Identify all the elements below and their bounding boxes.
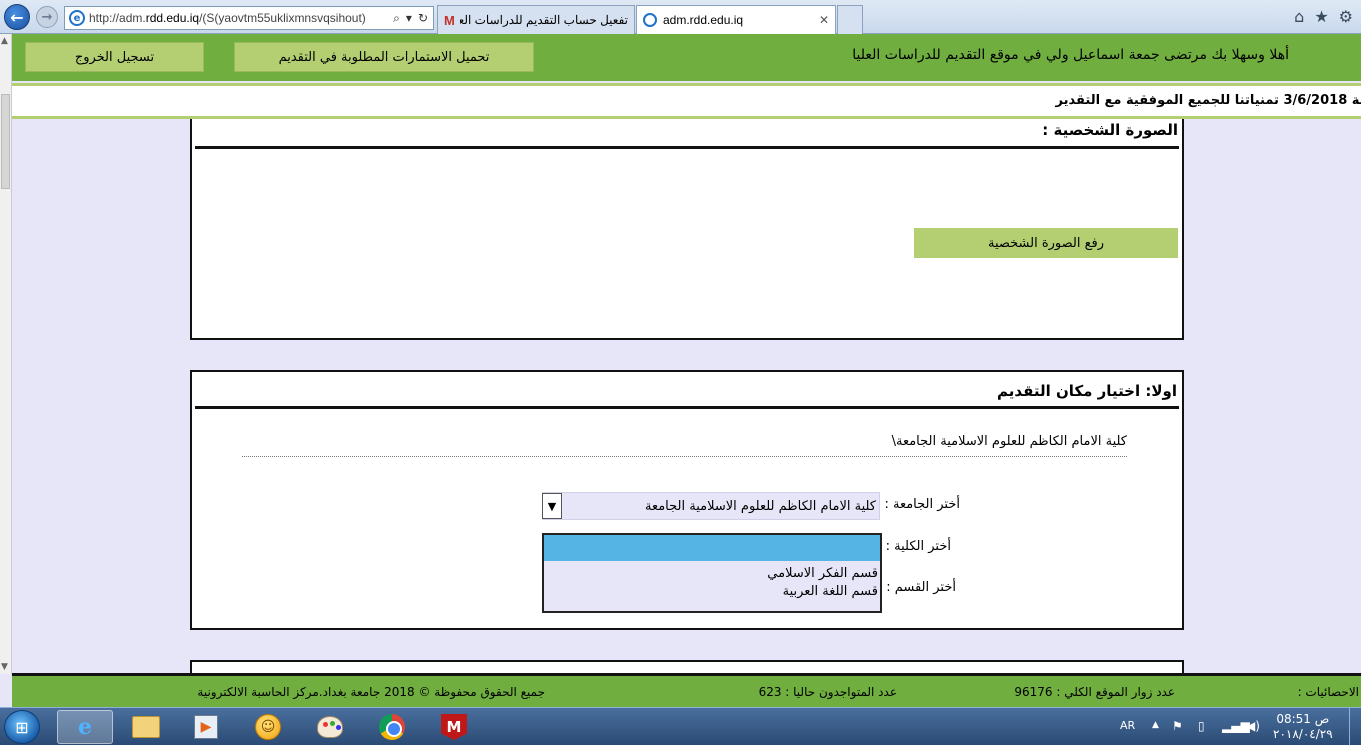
taskbar-paint[interactable] xyxy=(302,710,358,744)
chevron-up-icon[interactable]: ▲ xyxy=(1,36,8,46)
tab-gmail[interactable]: M تفعيل حساب التقديم للدراسات العليا ... xyxy=(437,5,635,34)
tab-active[interactable]: adm.rdd.edu.iq ✕ xyxy=(636,5,836,34)
visitor-count: عدد زوار الموقع الكلي : 96176 xyxy=(1014,685,1175,699)
chrome-icon xyxy=(379,714,405,740)
tab-label: تفعيل حساب التقديم للدراسات العليا ... xyxy=(459,13,628,27)
university-label: أختر الجامعة : xyxy=(884,497,960,512)
internet-explorer-icon: e xyxy=(78,714,92,740)
new-tab-button[interactable] xyxy=(837,5,863,34)
arrow-right-icon: → xyxy=(41,9,53,25)
taskbar: ⊞ e ▶ ☺ M AR ▲ ⚑ ▯ ▂▄▆ ◀) 08:51 ص ٢٠١٨/٠… xyxy=(0,707,1361,745)
gmail-icon: M xyxy=(444,12,455,28)
volume-icon[interactable]: ◀) xyxy=(1246,719,1260,733)
online-count: عدد المتواجدون حاليا : 623 xyxy=(758,685,897,699)
browser-chrome: ← → e http://adm.rdd.edu.iq/(S(yaovtm55u… xyxy=(0,0,1361,34)
university-select[interactable]: ▼ كلية الامام الكاظم للعلوم الاسلامية ال… xyxy=(542,492,880,520)
ie-tab-icon xyxy=(643,13,657,27)
college-option[interactable]: قسم اللغة العربية xyxy=(544,583,880,601)
college-listbox[interactable]: قسم الفكر الاسلامي قسم اللغة العربية xyxy=(542,533,882,613)
network-warning-icon[interactable]: ⚑ xyxy=(1172,719,1183,733)
language-indicator[interactable]: AR xyxy=(1120,719,1135,732)
refresh-icon[interactable]: ↻ xyxy=(418,11,428,26)
university-select-value: كلية الامام الكاظم للعلوم الاسلامية الجا… xyxy=(644,498,876,514)
scrollbar-thumb[interactable] xyxy=(1,94,10,189)
selected-college-name: كلية الامام الكاظم للعلوم الاسلامية الجا… xyxy=(891,434,1127,449)
smiley-icon: ☺ xyxy=(255,714,281,740)
address-bar[interactable]: e http://adm.rdd.edu.iq/(S(yaovtm55uklix… xyxy=(64,6,434,30)
welcome-message: أهلا وسهلا بك مرتضى جمعة اسماعيل ولي في … xyxy=(852,47,1289,63)
windows-icon: ⊞ xyxy=(15,717,29,737)
tab-label: adm.rdd.edu.iq xyxy=(663,13,744,27)
photo-panel: الصورة الشخصية : رفع الصورة الشخصية xyxy=(190,119,1184,340)
dropdown-icon[interactable]: ▾ xyxy=(406,11,412,26)
search-icon[interactable]: ⌕ xyxy=(393,11,400,26)
dotted-divider xyxy=(242,456,1127,457)
photo-section-title: الصورة الشخصية : xyxy=(1042,121,1178,139)
taskbar-file-explorer[interactable] xyxy=(118,710,174,744)
show-desktop-button[interactable] xyxy=(1349,708,1361,745)
divider xyxy=(195,146,1179,149)
system-tray: AR ▲ ⚑ ▯ ▂▄▆ ◀) 08:51 ص ٢٠١٨/٠٤/٢٩ xyxy=(1110,708,1361,745)
place-section-title: اولا: اختيار مكان التقديم xyxy=(997,382,1177,400)
taskbar-chrome[interactable] xyxy=(364,710,420,744)
scrollbar[interactable]: ▲ ▼ xyxy=(0,34,12,674)
taskbar-internet-explorer[interactable]: e xyxy=(57,710,113,744)
announcement-bar: اية 3/6/2018 تمنياتنا للجميع الموفقية مع… xyxy=(12,83,1361,119)
logout-button[interactable]: تسجيل الخروج xyxy=(25,42,204,72)
taskbar-media-player[interactable]: ▶ xyxy=(178,710,234,744)
announcement-text: اية 3/6/2018 تمنياتنا للجميع الموفقية مع… xyxy=(1055,93,1361,108)
application-place-panel: اولا: اختيار مكان التقديم كلية الامام ال… xyxy=(190,370,1184,630)
paint-palette-icon xyxy=(317,716,343,738)
arrow-left-icon: ← xyxy=(10,7,24,27)
college-option[interactable] xyxy=(544,535,880,561)
clock-date: ٢٠١٨/٠٤/٢٩ xyxy=(1273,727,1333,741)
tray-expand-icon[interactable]: ▲ xyxy=(1152,720,1159,730)
folder-icon xyxy=(132,716,160,738)
chevron-down-icon[interactable]: ▼ xyxy=(1,662,8,672)
ie-page-icon: e xyxy=(69,10,85,26)
close-icon[interactable]: ✕ xyxy=(819,13,829,27)
url-text[interactable]: http://adm.rdd.edu.iq/(S(yaovtm55uklixmn… xyxy=(89,11,388,25)
back-button[interactable]: ← xyxy=(4,4,30,30)
battery-icon[interactable]: ▯ xyxy=(1198,719,1205,733)
top-bar: تسجيل الخروج تحميل الاستمارات المطلوبة ف… xyxy=(12,34,1361,81)
media-player-icon: ▶ xyxy=(194,715,218,739)
chevron-down-icon[interactable]: ▼ xyxy=(542,493,562,519)
clock-time: 08:51 ص xyxy=(1276,712,1330,726)
college-label: أختر الكلية : xyxy=(885,539,951,554)
upload-photo-button[interactable]: رفع الصورة الشخصية xyxy=(914,228,1178,258)
divider xyxy=(195,406,1179,409)
star-icon[interactable]: ★ xyxy=(1314,7,1328,26)
taskbar-mcafee[interactable]: M xyxy=(426,710,482,744)
clock[interactable]: 08:51 ص ٢٠١٨/٠٤/٢٩ xyxy=(1273,712,1333,742)
download-forms-button[interactable]: تحميل الاستمارات المطلوبة في التقديم xyxy=(234,42,534,72)
copyright: جميع الحقوق محفوظة © 2018 جامعة بغداد.مر… xyxy=(197,685,545,699)
college-option[interactable]: قسم الفكر الاسلامي xyxy=(544,565,880,583)
footer: الاحصائيات : عدد زوار الموقع الكلي : 961… xyxy=(12,673,1361,707)
forward-button[interactable]: → xyxy=(36,6,58,28)
department-label: أختر القسم : xyxy=(886,580,956,595)
gear-icon[interactable]: ⚙ xyxy=(1339,7,1353,26)
taskbar-app[interactable]: ☺ xyxy=(240,710,296,744)
mcafee-icon: M xyxy=(441,714,467,740)
start-button[interactable]: ⊞ xyxy=(4,710,40,744)
home-icon[interactable]: ⌂ xyxy=(1294,7,1304,26)
stats-label: الاحصائيات : xyxy=(1297,685,1359,699)
